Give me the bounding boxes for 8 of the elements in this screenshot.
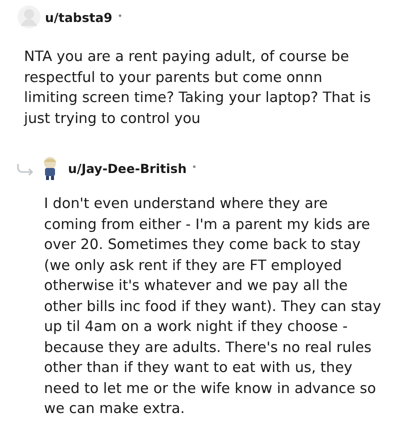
separator-dot: •: [192, 163, 197, 173]
separator-dot: •: [117, 12, 123, 22]
reply-arrow-icon: [16, 162, 34, 176]
comment-text: I don't even understand where they are coming from either - I'm a parent my kids are over 20. Sometimes they come back to stay (we only ask rent if they are FT employed otherwise it's whatever and we pay all the other bills inc food if they want). They can stay up til 4am on a work night if they choose - because they are adults. There's no real rules other than if they want to eat with us, they need to let me or the wife know in advance so we can make extra.: [43, 195, 382, 419]
username-link[interactable]: u/Jay-Dee-British: [68, 160, 187, 176]
avatar-icon: [17, 5, 41, 29]
comment-text: NTA you are a rent paying adult, of course be respectful to your parents but come onnn limiting screen time? Taking your laptop? That is just trying to control you: [22, 48, 372, 128]
username-link[interactable]: u/tabsta9: [45, 10, 112, 24]
